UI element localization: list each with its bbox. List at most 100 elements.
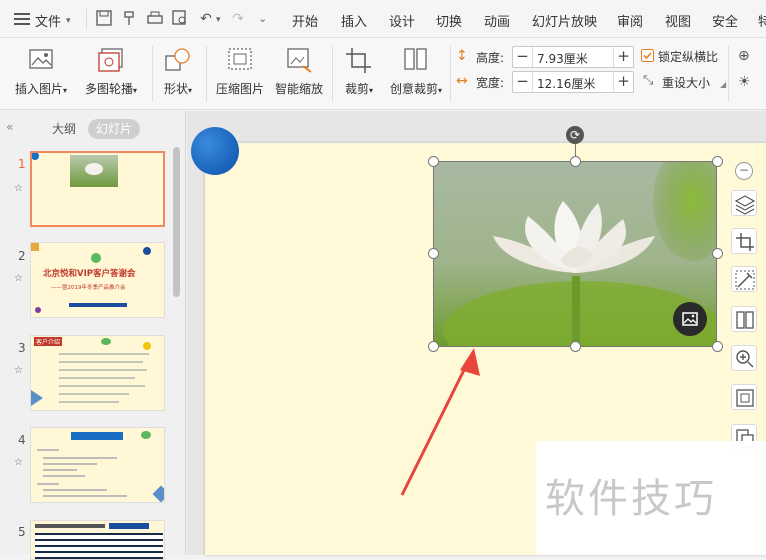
- lotus-photo[interactable]: [433, 161, 717, 347]
- lock-ratio-label: 锁定纵横比: [658, 50, 719, 64]
- logo-icon: [141, 431, 151, 439]
- format-painter-icon[interactable]: [120, 9, 140, 29]
- resize-handle-ne[interactable]: [712, 156, 723, 167]
- resize-handle-se[interactable]: [712, 341, 723, 352]
- shape-label: 形状: [163, 82, 188, 96]
- tab-slides[interactable]: 幻灯片: [88, 119, 141, 139]
- chevron-down-icon: ▾: [188, 86, 193, 95]
- slide-2-title: 北京悦和VIP客户答谢会: [43, 269, 136, 279]
- brightness-icon[interactable]: ☀: [738, 74, 751, 90]
- multi-carousel-button[interactable]: 多图轮播▾: [80, 44, 142, 104]
- chevron-down-icon: ▾: [63, 86, 68, 95]
- height-increase-button[interactable]: +: [613, 47, 633, 67]
- fit-frame-icon[interactable]: [731, 384, 757, 410]
- customize-toolbar-icon[interactable]: ⌄: [258, 12, 267, 25]
- save-icon[interactable]: [94, 9, 114, 29]
- insert-picture-label: 插入图片: [14, 82, 63, 96]
- menu-more[interactable]: 特: [758, 11, 766, 30]
- slide-number: 2: [18, 249, 26, 263]
- hamburger-icon[interactable]: [14, 12, 30, 26]
- multi-carousel-label: 多图轮播: [84, 82, 133, 96]
- divider: [728, 46, 729, 102]
- menu-design[interactable]: 设计: [389, 11, 415, 30]
- slide-number: 4: [18, 433, 26, 447]
- width-input[interactable]: 12.16厘米: [537, 75, 595, 92]
- height-stepper[interactable]: − 7.93厘米 +: [512, 46, 634, 68]
- print-preview-icon[interactable]: [170, 9, 190, 29]
- resize-handle-e[interactable]: [712, 248, 723, 259]
- undo-icon[interactable]: ↶: [196, 9, 216, 29]
- lock-ratio-checkbox[interactable]: [641, 49, 654, 62]
- carousel-icon: [95, 46, 127, 74]
- blue-circle-shape[interactable]: [191, 127, 239, 175]
- creative-crop-icon: [400, 46, 432, 74]
- picture-effect-icon[interactable]: ⊕: [738, 48, 750, 64]
- chevron-down-icon[interactable]: ▾: [66, 16, 71, 26]
- picture-options-button[interactable]: [673, 302, 707, 336]
- height-decrease-button[interactable]: −: [513, 47, 533, 67]
- smart-scale-icon: [283, 46, 315, 74]
- crop-label: 裁剪: [344, 82, 369, 96]
- divider: [332, 46, 333, 102]
- zoom-in-icon[interactable]: [731, 345, 757, 371]
- tab-outline[interactable]: 大纲: [44, 119, 84, 139]
- compress-picture-button[interactable]: 压缩图片: [212, 44, 268, 104]
- blue-dot: [32, 153, 39, 160]
- width-increase-button[interactable]: +: [613, 72, 633, 92]
- shape-button[interactable]: 形状▾: [158, 44, 198, 104]
- panel-scrollbar[interactable]: [173, 147, 180, 297]
- layers-icon[interactable]: [731, 190, 757, 216]
- menu-security[interactable]: 安全: [712, 11, 738, 30]
- red-arrow-annotation: [400, 348, 480, 496]
- insert-picture-button[interactable]: 插入图片▾: [10, 44, 72, 104]
- collapse-panel-icon[interactable]: «: [6, 120, 13, 134]
- slide-2-subtitle: ——暨2019年冬季产品推介会: [51, 285, 126, 291]
- menu-slideshow[interactable]: 幻灯片放映: [532, 11, 597, 30]
- chevron-down-icon[interactable]: ▾: [216, 15, 221, 25]
- menu-home[interactable]: 开始: [292, 11, 318, 30]
- slide-thumbnail-3[interactable]: 客户介绍: [30, 335, 165, 411]
- crop-tool-icon[interactable]: [731, 228, 757, 254]
- width-stepper[interactable]: − 12.16厘米 +: [512, 71, 634, 93]
- reset-size-icon[interactable]: ⤡: [643, 73, 653, 88]
- slide-thumbnail-2[interactable]: 北京悦和VIP客户答谢会 ——暨2019年冬季产品推介会: [30, 242, 165, 318]
- file-menu[interactable]: 文件: [35, 11, 61, 30]
- slide-number: 5: [18, 525, 26, 539]
- split-image-icon[interactable]: [731, 306, 757, 332]
- logo-icon: [101, 338, 111, 345]
- menu-animation[interactable]: 动画: [484, 11, 510, 30]
- redo-icon[interactable]: ↷: [228, 9, 248, 29]
- magic-edit-icon[interactable]: [731, 266, 757, 292]
- resize-handle-s[interactable]: [570, 341, 581, 352]
- resize-handle-nw[interactable]: [428, 156, 439, 167]
- menu-bar: 文件 ▾ ↶ ▾ ↷ ⌄ 开始 插入 设计 切换 动画 幻灯片放映 审阅 视图 …: [0, 0, 766, 38]
- reset-size-button[interactable]: 重设大小: [662, 74, 710, 91]
- menu-view[interactable]: 视图: [665, 11, 691, 30]
- animation-star-icon: ☆: [14, 457, 23, 468]
- slide-thumbnail-1[interactable]: [30, 151, 165, 227]
- divider: [450, 46, 451, 102]
- thumb-title-bar: [109, 523, 149, 529]
- crop-button[interactable]: 裁剪▾: [340, 44, 378, 104]
- print-icon[interactable]: [145, 9, 165, 29]
- menu-transition[interactable]: 切换: [436, 11, 462, 30]
- menu-review[interactable]: 审阅: [617, 11, 643, 30]
- resize-handle-w[interactable]: [428, 248, 439, 259]
- image-icon: [682, 312, 698, 326]
- size-dialog-launcher-icon[interactable]: ◢: [720, 80, 726, 89]
- rotate-handle[interactable]: ⟳: [566, 126, 584, 144]
- slide-number: 3: [18, 341, 26, 355]
- width-decrease-button[interactable]: −: [513, 72, 533, 92]
- menu-insert[interactable]: 插入: [341, 11, 367, 30]
- slide-thumbnail-5[interactable]: [30, 520, 165, 560]
- slide-thumbnail-4[interactable]: [30, 427, 165, 503]
- creative-crop-button[interactable]: 创意裁剪▾: [386, 44, 446, 104]
- slide-thumbnail-panel: « 大纲 幻灯片 1 ☆ 2 ☆ 北京悦和VIP客户答谢会 ——暨2019年冬季…: [0, 111, 186, 560]
- height-input[interactable]: 7.93厘米: [537, 50, 588, 67]
- thumb-title-bar: [35, 524, 105, 528]
- animation-star-icon: ☆: [14, 365, 23, 376]
- resize-handle-n[interactable]: [570, 156, 581, 167]
- collapse-toolbar-button[interactable]: −: [735, 162, 753, 180]
- shape-icon: [162, 46, 194, 74]
- smart-scale-button[interactable]: 智能缩放: [272, 44, 326, 104]
